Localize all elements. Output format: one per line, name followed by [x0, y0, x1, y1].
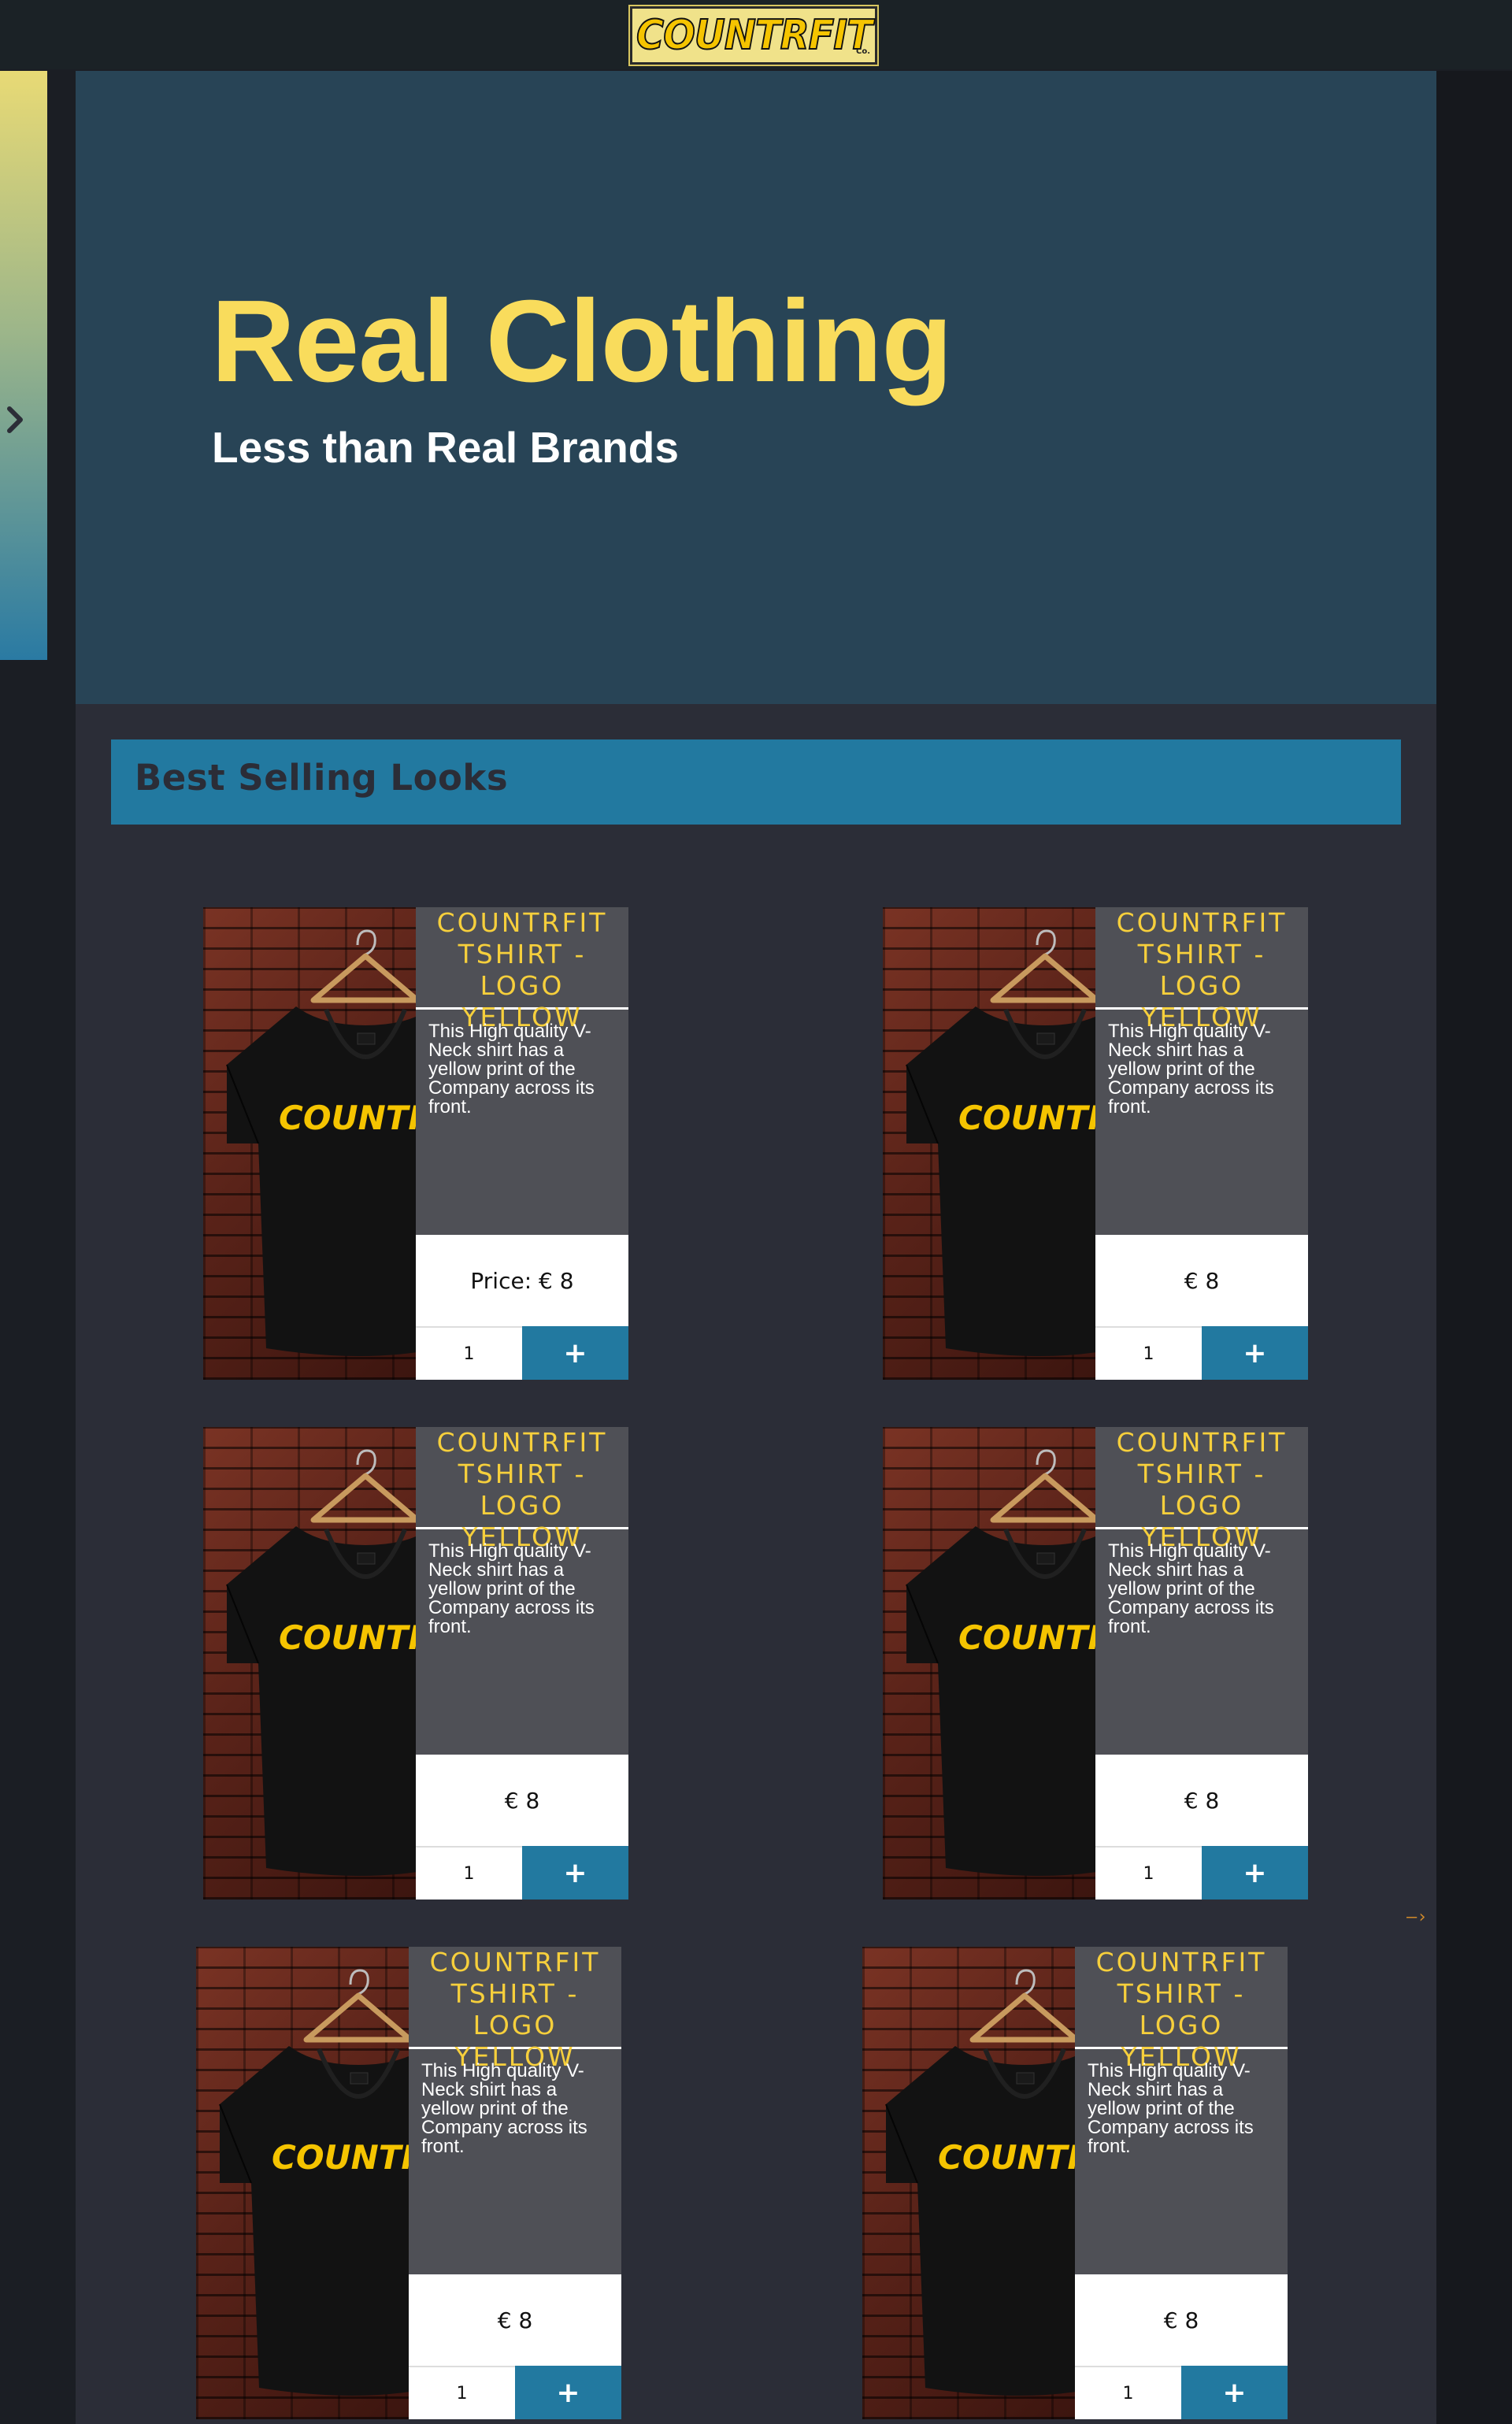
tshirt-graphic: COUNTRFIT	[906, 1449, 1095, 1876]
section-title: Best Selling Looks	[135, 757, 509, 799]
product-title: COUNTRFIT TSHIRT - LOGO YELLOW	[416, 1427, 628, 1552]
quantity-input[interactable]: 1	[1095, 1846, 1202, 1900]
product-card[interactable]: COUNTRFIT COUNTRFIT TSHIRT - LOGO YELLOW…	[862, 1947, 1288, 2419]
quantity-input[interactable]: 1	[1075, 2366, 1181, 2419]
product-title: COUNTRFIT TSHIRT - LOGO YELLOW	[1095, 1427, 1308, 1552]
product-info-panel: COUNTRFIT TSHIRT - LOGO YELLOW This High…	[416, 1427, 628, 1900]
hero-subtitle: Less than Real Brands	[212, 423, 679, 472]
product-description: This High quality V-Neck shirt has a yel…	[1108, 1540, 1274, 1637]
product-description: This High quality V-Neck shirt has a yel…	[421, 2060, 587, 2157]
product-card[interactable]: COUNTRFIT COUNTRFIT TSHIRT - LOGO YELLOW…	[196, 1947, 621, 2419]
shirt-print-text: COUNTRFIT	[958, 1618, 1095, 1657]
quantity-input[interactable]: 1	[409, 2366, 515, 2419]
product-price: Price: € 8	[416, 1235, 628, 1326]
shirt-print-text: COUNTRFIT	[279, 1618, 416, 1657]
product-title: COUNTRFIT TSHIRT - LOGO YELLOW	[409, 1947, 621, 2072]
product-price: € 8	[409, 2274, 621, 2366]
product-card[interactable]: COUNTRFIT COUNTRFIT TSHIRT - LOGO YELLOW…	[203, 907, 628, 1380]
product-title: COUNTRFIT TSHIRT - LOGO YELLOW	[1095, 907, 1308, 1032]
logo-suffix: Co.	[855, 47, 870, 56]
product-info-panel: COUNTRFIT TSHIRT - LOGO YELLOW This High…	[1095, 907, 1308, 1380]
product-image[interactable]: COUNTRFIT	[203, 907, 416, 1380]
next-page-link[interactable]: —›	[1406, 1907, 1428, 1927]
product-card[interactable]: COUNTRFIT COUNTRFIT TSHIRT - LOGO YELLOW…	[203, 1427, 628, 1900]
product-info-panel: COUNTRFIT TSHIRT - LOGO YELLOW This High…	[1095, 1427, 1308, 1900]
shirt-print-text: COUNTRFIT	[272, 2138, 409, 2177]
product-image[interactable]: COUNTRFIT	[883, 1427, 1095, 1900]
shirt-print-text: COUNTRFIT	[938, 2138, 1075, 2177]
right-gutter	[1436, 71, 1512, 2424]
shirt-print-text: COUNTRFIT	[279, 1099, 416, 1137]
product-info-panel: COUNTRFIT TSHIRT - LOGO YELLOW This High…	[1075, 1947, 1288, 2419]
top-bar: COUNTRFIT Co.	[0, 0, 1512, 69]
side-drawer-tab[interactable]	[0, 71, 47, 660]
logo-text: COUNTRFIT	[636, 11, 873, 60]
product-info-panel: COUNTRFIT TSHIRT - LOGO YELLOW This High…	[416, 907, 628, 1380]
best-selling-header: Best Selling Looks	[111, 739, 1401, 825]
tshirt-graphic: COUNTRFIT	[219, 1969, 409, 2396]
product-image[interactable]: COUNTRFIT	[862, 1947, 1075, 2419]
product-description: This High quality V-Neck shirt has a yel…	[428, 1540, 595, 1637]
product-price: € 8	[416, 1755, 628, 1846]
product-price: € 8	[1075, 2274, 1288, 2366]
add-to-cart-button[interactable]: +	[522, 1326, 628, 1380]
product-info-panel: COUNTRFIT TSHIRT - LOGO YELLOW This High…	[409, 1947, 621, 2419]
product-description: This High quality V-Neck shirt has a yel…	[1088, 2060, 1254, 2157]
product-card[interactable]: COUNTRFIT COUNTRFIT TSHIRT - LOGO YELLOW…	[883, 907, 1308, 1380]
product-description: This High quality V-Neck shirt has a yel…	[428, 1021, 595, 1117]
hero-title: Real Clothing	[211, 276, 953, 406]
product-description: This High quality V-Neck shirt has a yel…	[1108, 1021, 1274, 1117]
product-price: € 8	[1095, 1755, 1308, 1846]
product-title: COUNTRFIT TSHIRT - LOGO YELLOW	[416, 907, 628, 1032]
quantity-input[interactable]: 1	[1095, 1326, 1202, 1380]
add-to-cart-button[interactable]: +	[1202, 1846, 1308, 1900]
chevron-right-icon[interactable]	[3, 400, 27, 439]
product-image[interactable]: COUNTRFIT	[196, 1947, 409, 2419]
product-image[interactable]: COUNTRFIT	[203, 1427, 416, 1900]
add-to-cart-button[interactable]: +	[1202, 1326, 1308, 1380]
tshirt-graphic: COUNTRFIT	[226, 1449, 416, 1876]
product-title: COUNTRFIT TSHIRT - LOGO YELLOW	[1075, 1947, 1288, 2072]
tshirt-graphic: COUNTRFIT	[226, 929, 416, 1356]
quantity-input[interactable]: 1	[416, 1326, 522, 1380]
add-to-cart-button[interactable]: +	[1181, 2366, 1288, 2419]
brand-logo[interactable]: COUNTRFIT Co.	[630, 6, 877, 65]
tshirt-graphic: COUNTRFIT	[906, 929, 1095, 1356]
quantity-input[interactable]: 1	[416, 1846, 522, 1900]
product-image[interactable]: COUNTRFIT	[883, 907, 1095, 1380]
add-to-cart-button[interactable]: +	[522, 1846, 628, 1900]
tshirt-graphic: COUNTRFIT	[885, 1969, 1075, 2396]
add-to-cart-button[interactable]: +	[515, 2366, 621, 2419]
product-card[interactable]: COUNTRFIT COUNTRFIT TSHIRT - LOGO YELLOW…	[883, 1427, 1308, 1900]
product-price: € 8	[1095, 1235, 1308, 1326]
shirt-print-text: COUNTRFIT	[958, 1099, 1095, 1137]
